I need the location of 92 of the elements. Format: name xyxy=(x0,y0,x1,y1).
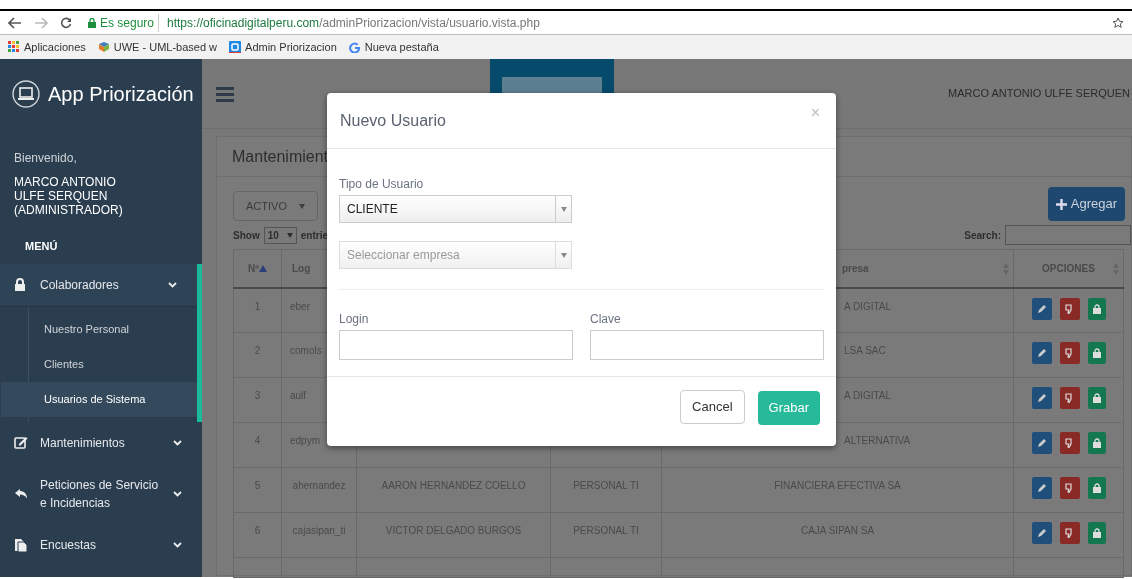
lock-icon xyxy=(1092,303,1101,314)
menu-icon[interactable] xyxy=(216,85,234,102)
thumbs-down-icon xyxy=(1064,393,1075,403)
lock-button[interactable] xyxy=(1087,297,1106,320)
lock-button[interactable] xyxy=(1087,477,1106,499)
sidebar-item[interactable]: Mantenimientos xyxy=(0,421,202,464)
modal-title: Nuevo Usuario xyxy=(340,110,446,131)
lock-icon xyxy=(1092,483,1101,493)
login-label: Login xyxy=(339,311,370,328)
submenu-item[interactable]: Usuarios de Sistema xyxy=(1,381,197,417)
document-icon xyxy=(14,537,28,552)
dislike-button[interactable] xyxy=(1059,297,1080,320)
letter-g-icon xyxy=(348,41,361,53)
sort-ascending-icon xyxy=(258,264,267,272)
thumbs-down-icon xyxy=(1064,528,1075,538)
sidebar-item[interactable]: Encuestas xyxy=(0,523,202,566)
submenu-item[interactable]: Nuestro Personal xyxy=(1,311,197,347)
url-text: https://oficinadigitalperu.com/adminPriorizacion/vista/usuario.vista.php xyxy=(166,14,540,32)
lock-button[interactable] xyxy=(1087,432,1106,454)
edit-button[interactable] xyxy=(1031,342,1052,364)
cube-icon xyxy=(97,41,110,53)
caret-icon xyxy=(560,206,567,212)
lock-button[interactable] xyxy=(1087,387,1106,409)
thumbs-down-icon xyxy=(1064,303,1075,314)
back-icon[interactable] xyxy=(8,16,22,29)
dislike-button[interactable] xyxy=(1059,477,1080,499)
chevron-down-icon xyxy=(173,541,182,548)
caret-icon xyxy=(299,203,305,209)
address-bar[interactable]: Es seguro https://oficinadigitalperu.com/adminPriorizacion/vista/usuario.vista.php xyxy=(84,11,1100,34)
search-label: Search: xyxy=(964,228,1001,243)
thumbs-down-icon xyxy=(1064,348,1075,358)
cancel-button[interactable]: Cancel xyxy=(680,389,745,424)
edit-button[interactable] xyxy=(1031,522,1052,544)
reply-icon xyxy=(14,486,28,501)
chevron-down-icon xyxy=(173,490,182,497)
pencil-icon xyxy=(1036,438,1047,448)
bookmark-link[interactable]: Admin Priorizacion xyxy=(229,38,337,56)
thumbs-down-icon xyxy=(1064,438,1075,448)
add-button[interactable]: Agregar xyxy=(1047,187,1125,221)
menu-heading: MENÚ xyxy=(24,239,59,254)
chevron-down-icon xyxy=(173,439,182,446)
dislike-button[interactable] xyxy=(1059,432,1080,454)
edit-button[interactable] xyxy=(1031,387,1052,409)
pencil-icon xyxy=(1036,348,1047,358)
edit-button[interactable] xyxy=(1031,297,1052,320)
laptop-icon xyxy=(12,80,40,108)
submenu-item[interactable]: Clientes xyxy=(1,346,197,382)
pencil-icon xyxy=(1036,483,1047,493)
star-icon[interactable] xyxy=(1112,16,1124,29)
panel-title: Mantenimient xyxy=(232,146,329,167)
edit-button[interactable] xyxy=(1031,477,1052,499)
secure-label: Es seguro xyxy=(100,13,160,32)
pencil-icon xyxy=(1036,528,1047,538)
edit-button[interactable] xyxy=(1031,432,1052,454)
apps-grid-icon xyxy=(8,41,20,53)
lock-button[interactable] xyxy=(1087,522,1106,544)
dislike-button[interactable] xyxy=(1059,387,1080,409)
lock-icon xyxy=(1092,438,1101,448)
sidebar-item[interactable]: Colaboradores xyxy=(0,263,197,307)
caret-icon xyxy=(560,252,567,258)
search-field[interactable] xyxy=(1005,225,1131,245)
pencil-icon xyxy=(1036,393,1047,403)
lock-icon xyxy=(1092,348,1101,358)
welcome-text: Bienvenido, xyxy=(14,150,78,167)
entries-label: entrie xyxy=(300,228,329,243)
chevron-down-icon xyxy=(168,281,177,288)
lock-icon xyxy=(1092,393,1101,403)
pencil-icon xyxy=(1036,303,1047,314)
password-field[interactable] xyxy=(590,330,824,360)
plus-icon xyxy=(1055,198,1067,210)
dislike-button[interactable] xyxy=(1059,342,1080,364)
square-app-icon xyxy=(229,41,242,53)
lock-icon xyxy=(14,277,28,292)
reload-icon[interactable] xyxy=(60,16,72,29)
user-name: MARCO ANTONIO ULFE SERQUEN (ADMINISTRADOR) xyxy=(14,175,124,217)
bookmark-link[interactable]: Aplicaciones xyxy=(8,38,86,56)
caret-icon xyxy=(286,232,293,238)
user-type-select[interactable]: CLIENTE xyxy=(339,195,572,223)
field-label: Tipo de Usuario xyxy=(339,176,425,193)
lock-icon xyxy=(1092,528,1101,538)
thumbs-down-icon xyxy=(1064,483,1075,493)
login-field[interactable] xyxy=(339,330,573,360)
app-brand: App Priorización xyxy=(48,82,194,107)
bookmark-link[interactable]: UWE - UML-based w xyxy=(97,38,218,56)
edit-icon xyxy=(14,435,28,450)
password-label: Clave xyxy=(590,311,622,328)
lock-icon xyxy=(88,17,96,28)
lock-button[interactable] xyxy=(1087,342,1106,364)
bookmark-link[interactable]: Nueva pestaña xyxy=(348,38,439,56)
dislike-button[interactable] xyxy=(1059,522,1080,544)
show-label: Show xyxy=(233,228,260,243)
sidebar-item[interactable]: Peticiones de Servicio e Incidencias xyxy=(0,463,202,524)
